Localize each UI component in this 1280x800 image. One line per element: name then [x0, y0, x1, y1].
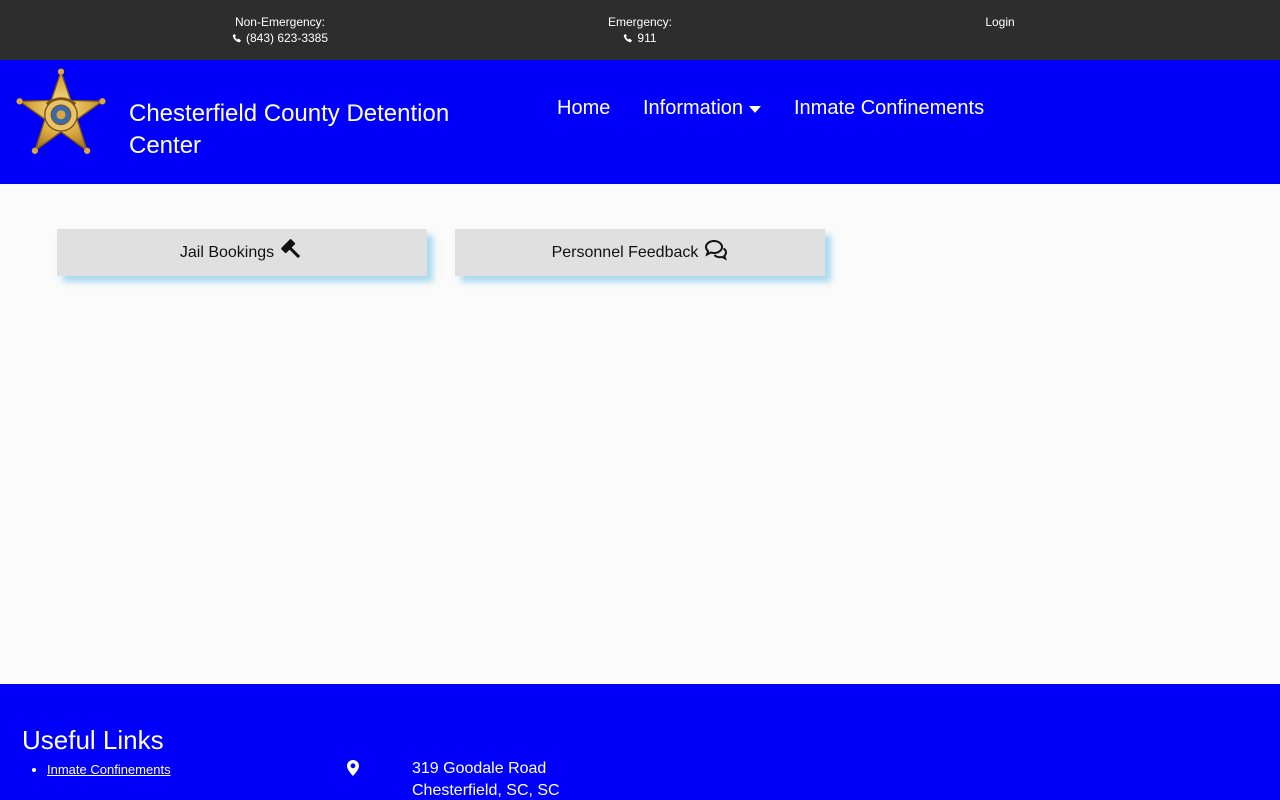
nav-inmate-confinements[interactable]: Inmate Confinements — [794, 94, 984, 122]
site-footer: Useful Links Inmate Confinements 319 Goo… — [0, 684, 1280, 800]
non-emergency-label: Non-Emergency: — [234, 15, 326, 29]
address-line-1: 319 Goodale Road — [412, 760, 547, 777]
site-title[interactable]: Chesterfield County Detention Center — [129, 98, 489, 162]
nav-information-dropdown[interactable]: Information — [643, 94, 762, 122]
nav-inmate-confinements-label: Inmate Confinements — [794, 97, 985, 119]
non-emergency-phone[interactable]: (843) 623-3385 — [220, 30, 340, 46]
footer-heading: Useful Links — [22, 725, 164, 755]
emergency-phone-text: 911 — [637, 31, 657, 45]
sheriff-star-badge-icon[interactable] — [14, 68, 108, 158]
emergency-label: Emergency: — [607, 15, 673, 29]
top-bar: Non-Emergency: (843) 623-3385 Emergency:… — [0, 0, 1280, 60]
non-emergency-contact: Non-Emergency: (843) 623-3385 — [220, 14, 340, 46]
address: 319 Goodale Road Chesterfield, SC, SC — [412, 758, 560, 800]
footer-links-list: Inmate Confinements — [47, 761, 171, 779]
footer-link-inmate-confinements[interactable]: Inmate Confinements — [47, 762, 171, 777]
personnel-feedback-label: Personnel Feedback — [551, 243, 699, 261]
phone-icon — [232, 33, 241, 43]
nav-home[interactable]: Home — [557, 94, 610, 122]
footer-link-item: Inmate Confinements — [47, 761, 171, 779]
emergency-contact: Emergency: 911 — [580, 14, 700, 46]
main-content: Jail Bookings Personnel Feedback — [0, 184, 1280, 684]
personnel-feedback-button[interactable]: Personnel Feedback — [455, 229, 825, 276]
map-marker-icon — [347, 760, 359, 776]
nav-information-label: Information — [643, 97, 744, 119]
emergency-phone[interactable]: 911 — [580, 30, 700, 46]
login-link[interactable]: Login — [960, 14, 1040, 30]
jail-bookings-button[interactable]: Jail Bookings — [57, 229, 427, 276]
gavel-icon — [281, 238, 301, 258]
jail-bookings-label: Jail Bookings — [179, 243, 275, 261]
caret-down-icon — [749, 105, 762, 113]
nav-home-label: Home — [557, 97, 611, 119]
site-header: Chesterfield County Detention Center Hom… — [0, 60, 1280, 184]
comments-icon — [705, 239, 728, 260]
phone-icon — [624, 33, 633, 43]
address-line-2: Chesterfield, SC, SC — [412, 782, 560, 799]
non-emergency-phone-text: (843) 623-3385 — [245, 31, 329, 45]
